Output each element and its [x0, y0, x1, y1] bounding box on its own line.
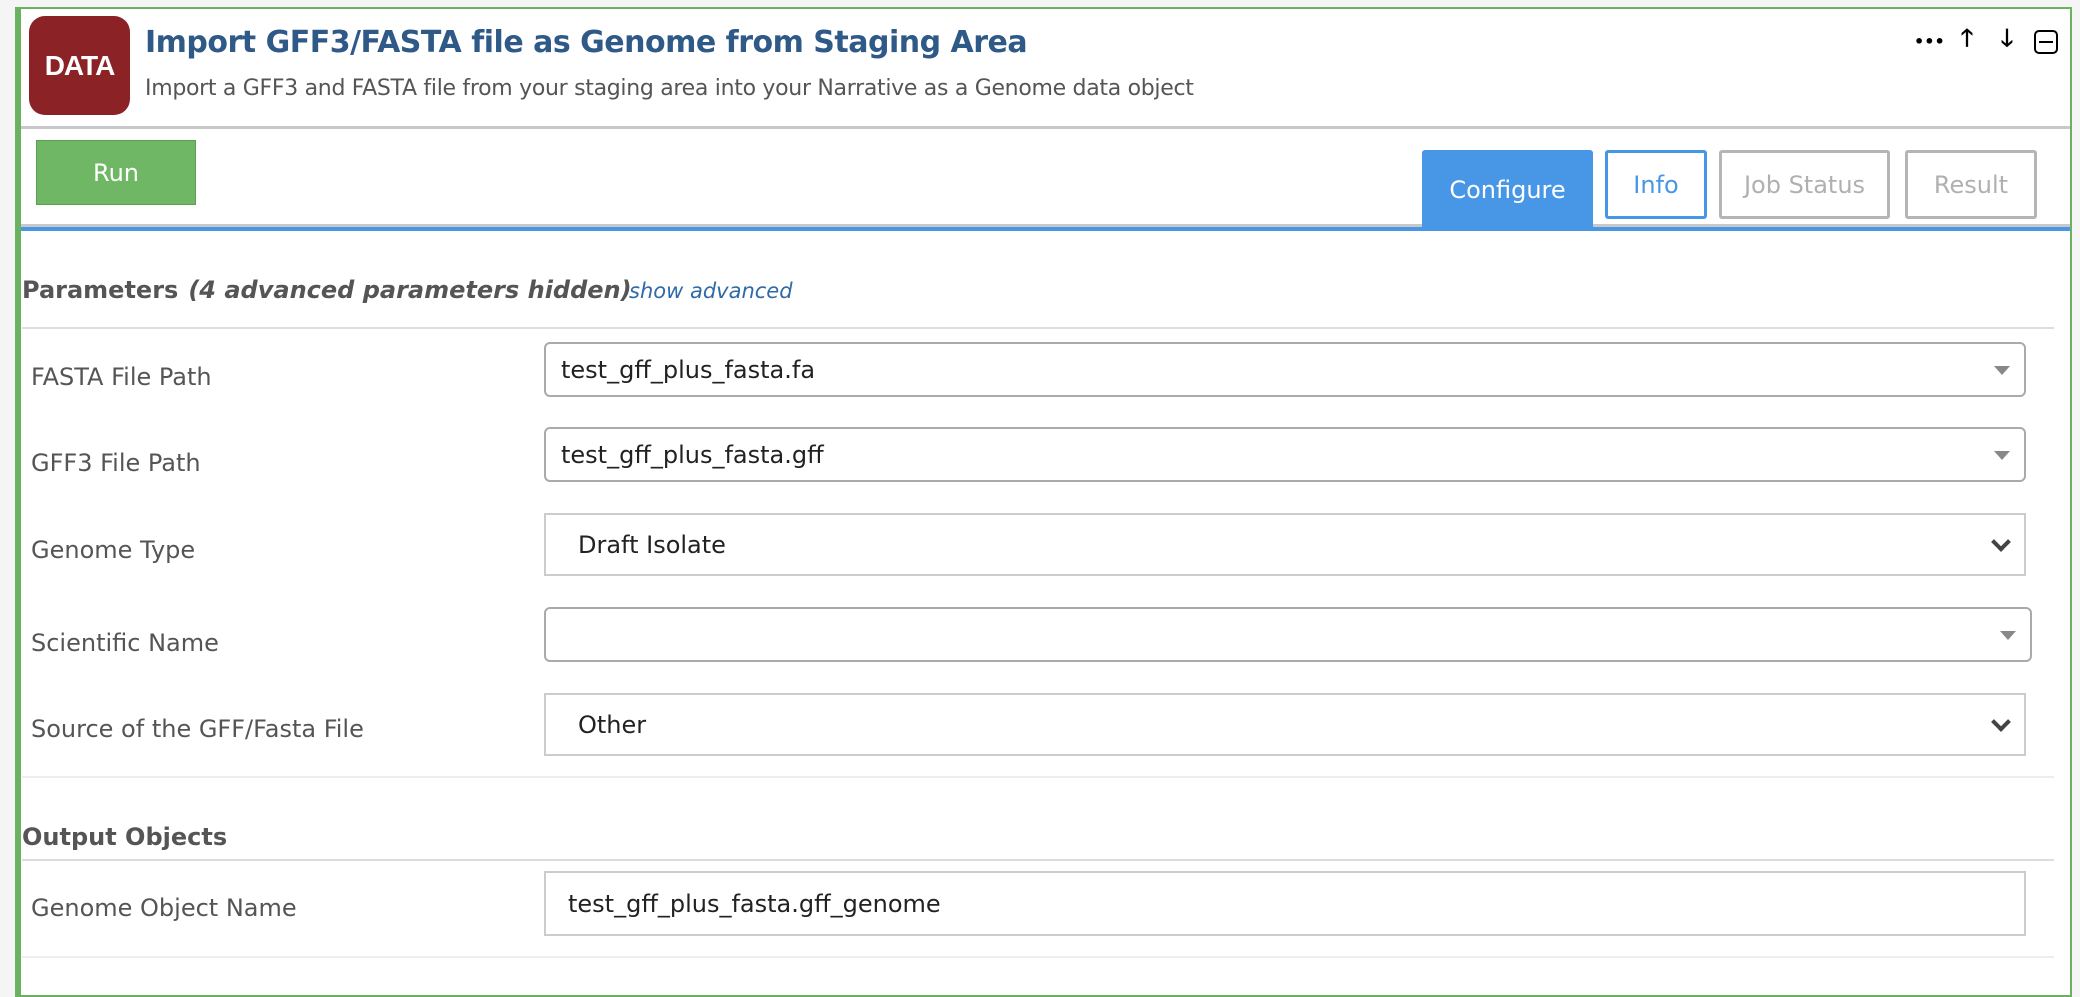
chevron-down-icon	[1991, 531, 2011, 552]
field-value: test_gff_plus_fasta.gff_genome	[568, 889, 941, 918]
tab-configure[interactable]: Configure	[1422, 150, 1593, 230]
collapse-icon[interactable]	[2034, 29, 2058, 54]
field-label: Scientific Name	[31, 629, 219, 657]
arrow-down-icon[interactable]: 🡓	[1994, 21, 2020, 62]
more-icon[interactable]: •••	[1914, 32, 1945, 51]
field-label: Genome Object Name	[31, 894, 297, 922]
tab-underline	[21, 227, 2070, 231]
divider	[22, 776, 2054, 778]
field-label: FASTA File Path	[31, 363, 212, 391]
genome-type-select[interactable]: Draft Isolate	[544, 513, 2026, 576]
fasta-file-select[interactable]: test_gff_plus_fasta.fa	[544, 342, 2026, 397]
field-value: Other	[578, 710, 647, 739]
header-divider	[21, 126, 2070, 129]
field-label: Source of the GFF/Fasta File	[31, 715, 364, 743]
divider	[22, 859, 2054, 861]
tab-result: Result	[1905, 150, 2037, 219]
run-button[interactable]: Run	[36, 140, 196, 205]
dropdown-triangle-icon	[2000, 630, 2016, 640]
field-label: GFF3 File Path	[31, 449, 201, 477]
divider	[22, 956, 2054, 958]
dropdown-triangle-icon	[1994, 450, 2010, 460]
field-value: Draft Isolate	[578, 530, 726, 559]
divider	[22, 327, 2054, 329]
scientific-name-select[interactable]	[544, 607, 2032, 662]
parameters-heading: Parameters (4 advanced parameters hidden)	[22, 276, 632, 304]
field-value: test_gff_plus_fasta.fa	[561, 355, 816, 384]
field-value: test_gff_plus_fasta.gff	[561, 440, 824, 469]
chevron-down-icon	[1991, 711, 2011, 732]
output-objects-heading: Output Objects	[22, 823, 228, 851]
source-select[interactable]: Other	[544, 693, 2026, 756]
arrow-up-icon[interactable]: 🡑	[1954, 21, 1980, 62]
genome-object-name-input[interactable]: test_gff_plus_fasta.gff_genome	[544, 871, 2026, 936]
dropdown-triangle-icon	[1994, 365, 2010, 375]
app-subtitle: Import a GFF3 and FASTA file from your s…	[145, 76, 1194, 101]
tab-info[interactable]: Info	[1605, 150, 1707, 219]
parameters-title: Parameters	[22, 276, 179, 304]
tab-job-status: Job Status	[1719, 150, 1890, 219]
cell-controls: ••• 🡑 🡓	[1914, 21, 2058, 62]
app-title: Import GFF3/FASTA file as Genome from St…	[145, 25, 1028, 60]
field-label: Genome Type	[31, 536, 196, 564]
show-advanced-link[interactable]: show advanced	[629, 279, 793, 303]
app-logo: DATA	[29, 16, 130, 115]
hidden-params-note: (4 advanced parameters hidden)	[188, 276, 632, 304]
app-cell: DATA Import GFF3/FASTA file as Genome fr…	[15, 7, 2072, 997]
gff3-file-select[interactable]: test_gff_plus_fasta.gff	[544, 427, 2026, 482]
